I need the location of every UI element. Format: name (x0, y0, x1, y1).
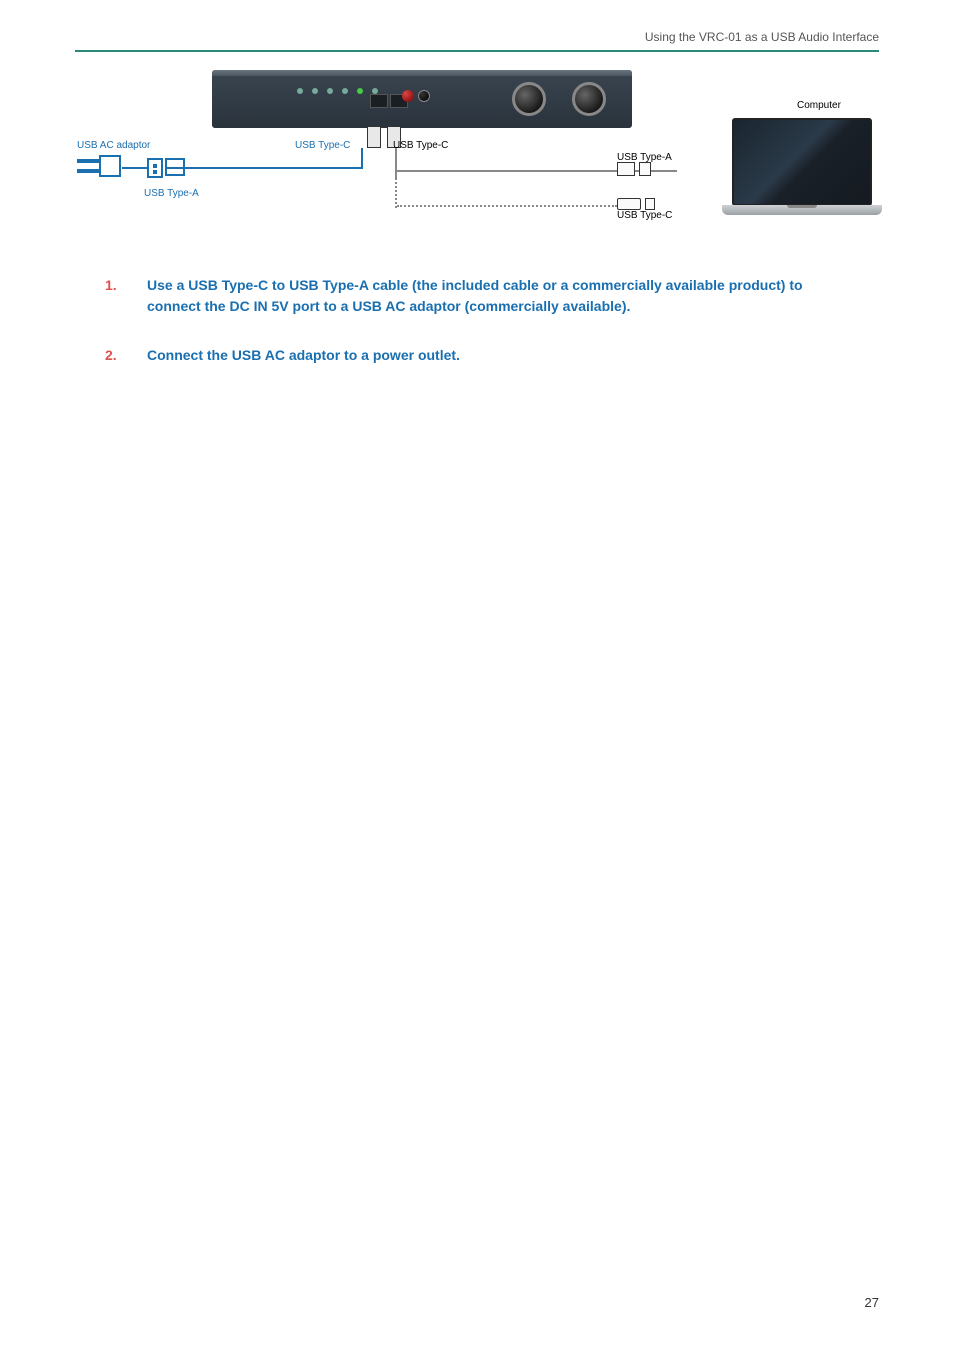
step-number: 2. (105, 345, 123, 366)
step-number: 1. (105, 275, 123, 317)
usb-c-plug-icon (367, 126, 381, 148)
knob-icon (512, 82, 546, 116)
label-usb-ac-adaptor: USB AC adaptor (77, 140, 150, 151)
page-number: 27 (865, 1295, 879, 1310)
label-usb-type-c: USB Type-C (295, 140, 350, 151)
label-usb-type-c: USB Type-C (617, 210, 672, 221)
ac-plug-icon (77, 155, 122, 179)
usb-a-connector-icon (617, 162, 635, 176)
instruction-steps: 1. Use a USB Type-C to USB Type-A cable … (105, 275, 879, 366)
page-header: Using the VRC-01 as a USB Audio Interfac… (75, 30, 879, 52)
label-computer: Computer (797, 100, 841, 111)
usb-a-connector-icon (147, 158, 163, 178)
label-usb-type-a: USB Type-A (144, 188, 199, 199)
step-text: Use a USB Type-C to USB Type-A cable (th… (147, 275, 827, 317)
knob-icon (572, 82, 606, 116)
header-title: Using the VRC-01 as a USB Audio Interfac… (645, 30, 879, 44)
step-text: Connect the USB AC adaptor to a power ou… (147, 345, 460, 366)
device-vrc01 (212, 70, 632, 128)
label-usb-type-a: USB Type-A (617, 152, 672, 163)
step-1: 1. Use a USB Type-C to USB Type-A cable … (105, 275, 879, 317)
connection-diagram: USB AC adaptor USB Type-C USB Type-C USB… (77, 70, 877, 235)
label-usb-type-c: USB Type-C (393, 140, 448, 151)
computer-icon (727, 118, 877, 228)
usb-c-connector-icon (617, 198, 641, 210)
step-2: 2. Connect the USB AC adaptor to a power… (105, 345, 879, 366)
